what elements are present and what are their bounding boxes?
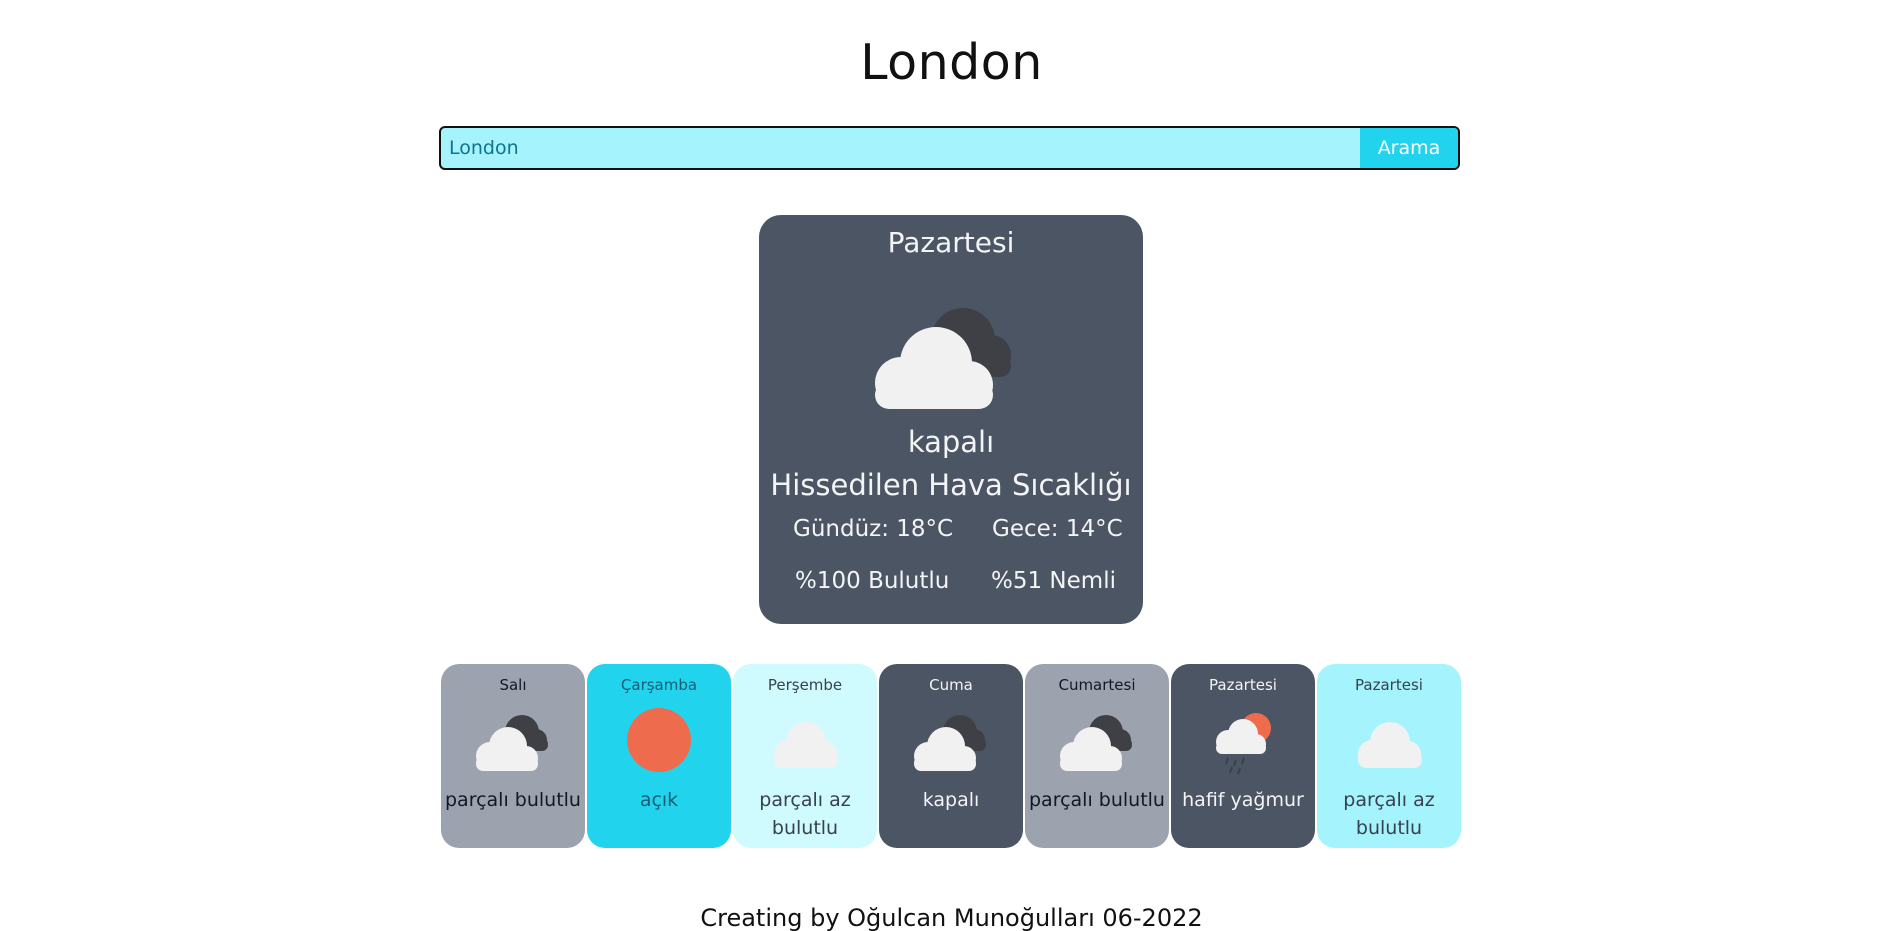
forecast-row: Salı parçalı bulutlu Çarşamba açık Perşe…: [441, 664, 1463, 848]
forecast-day: Pazartesi: [1209, 676, 1277, 694]
forecast-card: Çarşamba açık: [587, 664, 731, 848]
current-description: kapalı: [907, 425, 995, 459]
few-clouds-icon: [774, 722, 838, 768]
search-button[interactable]: Arama: [1360, 128, 1458, 168]
search-bar: Arama: [439, 126, 1460, 170]
current-day: Pazartesi: [887, 226, 1015, 259]
overcast-clouds-icon: [914, 715, 986, 771]
light-rain-icon: [1216, 713, 1271, 775]
day-temperature: Gündüz: 18°C: [793, 516, 954, 542]
forecast-description: hafif yağmur: [1182, 789, 1304, 811]
forecast-day: Cuma: [929, 676, 973, 694]
forecast-description: parçalı bulutlu: [445, 789, 581, 811]
forecast-day: Çarşamba: [620, 676, 698, 694]
forecast-card: Cumartesi parçalı bulutlu: [1025, 664, 1169, 848]
forecast-day: Perşembe: [767, 676, 843, 694]
forecast-description: kapalı: [922, 789, 980, 811]
forecast-card: Pazartesi parçalı az bulutlu: [1317, 664, 1461, 848]
city-title: London: [860, 34, 1043, 91]
weather-page: London Arama Pazartesi kapalı Hissedilen…: [0, 0, 1903, 931]
cloudiness: %100 Bulutlu: [795, 568, 950, 594]
cloudy-overcast-icon: [875, 308, 1011, 409]
search-input[interactable]: [441, 128, 1360, 168]
forecast-description: parçalı az bulutlu: [1343, 789, 1435, 839]
forecast-description: açık: [639, 789, 679, 811]
forecast-card: Pazartesi hafif yağmur: [1171, 664, 1315, 848]
night-temperature: Gece: 14°C: [992, 516, 1123, 542]
forecast-description: parçalı bulutlu: [1029, 789, 1165, 811]
few-clouds-icon: [1358, 722, 1422, 768]
broken-clouds-icon: [476, 715, 548, 771]
footer-credit: Creating by Oğulcan Munoğulları 06-2022: [700, 904, 1203, 931]
forecast-day: Cumartesi: [1058, 676, 1136, 694]
forecast-day: Salı: [499, 676, 527, 694]
sun-icon: [627, 708, 691, 772]
forecast-card: Perşembe parçalı az bulutlu: [733, 664, 877, 848]
humidity: %51 Nemli: [991, 568, 1116, 594]
forecast-card: Salı parçalı bulutlu: [441, 664, 585, 848]
current-weather-card: Pazartesi kapalı Hissedilen Hava Sıcaklı…: [759, 215, 1143, 624]
forecast-description: parçalı az bulutlu: [759, 789, 851, 839]
feels-like-label: Hissedilen Hava Sıcaklığı: [770, 468, 1132, 502]
broken-clouds-icon: [1060, 715, 1132, 771]
forecast-card: Cuma kapalı: [879, 664, 1023, 848]
forecast-day: Pazartesi: [1355, 676, 1423, 694]
